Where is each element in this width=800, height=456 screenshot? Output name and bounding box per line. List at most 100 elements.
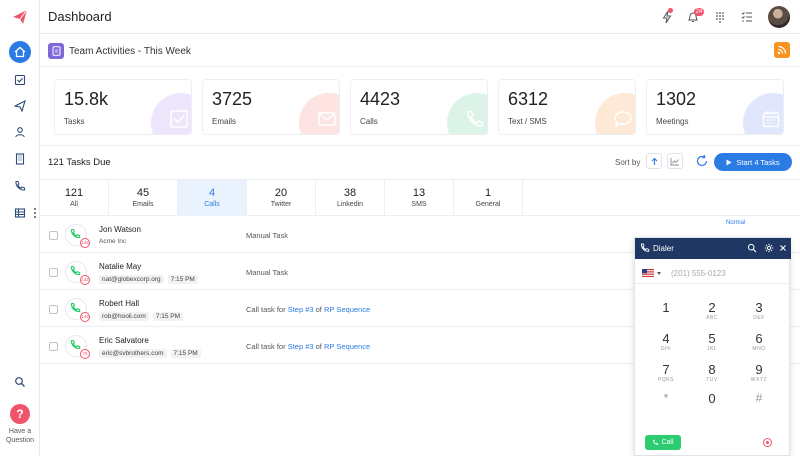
- sequence-link[interactable]: RP Sequence: [324, 342, 370, 351]
- start-tasks-button[interactable]: Start 4 Tasks: [714, 153, 792, 171]
- task-description: Call task for Step #3 of RP Sequence: [246, 342, 370, 351]
- contacts-icon[interactable]: [10, 122, 30, 142]
- key-digit: 8: [708, 362, 716, 377]
- dial-key-4[interactable]: 4 GHI: [651, 331, 681, 357]
- table-icon[interactable]: [10, 203, 30, 223]
- stat-label: Meetings: [656, 117, 689, 126]
- gear-icon[interactable]: [764, 243, 774, 253]
- dial-key-8[interactable]: 8 TUV: [697, 362, 727, 388]
- dialpad-icon[interactable]: [713, 10, 727, 24]
- tab-linkedin[interactable]: 38 Linkedin: [316, 180, 385, 216]
- priority-label[interactable]: Normal: [726, 220, 745, 226]
- help-icon[interactable]: ?: [10, 404, 30, 424]
- tab-label: General: [475, 201, 501, 208]
- phone-icon: [641, 243, 650, 252]
- tab-label: All: [70, 201, 78, 208]
- contact-name[interactable]: Jon Watson: [99, 225, 141, 234]
- phone-number-input[interactable]: [671, 266, 781, 280]
- task-mid: of: [313, 342, 324, 351]
- send-icon[interactable]: [10, 96, 30, 116]
- phone-icon: [653, 439, 659, 445]
- stat-card-meetings[interactable]: 1302 Meetings: [646, 79, 784, 135]
- home-icon[interactable]: [9, 41, 31, 63]
- key-letters: JKL: [706, 346, 718, 352]
- help-label[interactable]: Have a Question: [0, 427, 40, 445]
- step-link[interactable]: Step #3: [288, 342, 314, 351]
- tab-all[interactable]: 121 All: [40, 180, 109, 216]
- tab-general[interactable]: 1 General: [454, 180, 523, 216]
- contact-name[interactable]: Robert Hall: [99, 299, 139, 308]
- phone-icon[interactable]: [10, 176, 30, 196]
- avatar[interactable]: [768, 6, 790, 28]
- tab-twitter[interactable]: 20 Twitter: [247, 180, 316, 216]
- key-digit: 5: [708, 331, 716, 346]
- us-flag-icon[interactable]: [642, 269, 654, 277]
- record-icon[interactable]: [763, 438, 772, 447]
- close-icon[interactable]: [778, 243, 788, 253]
- dial-key-6[interactable]: 6 MNO: [744, 331, 774, 357]
- task-mid: of: [313, 305, 324, 314]
- more-icon[interactable]: [33, 207, 37, 219]
- key-letters: GHI: [660, 346, 672, 352]
- tab-label: SMS: [411, 201, 427, 208]
- contact-sub: Acme Inc: [99, 238, 126, 245]
- dial-key-0[interactable]: 0: [697, 391, 727, 417]
- dial-key-7[interactable]: 7 PQRS: [651, 362, 681, 388]
- stat-card-emails[interactable]: 3725 Emails: [202, 79, 340, 135]
- sidebar: ? Have a Question: [0, 0, 40, 456]
- tab-emails[interactable]: 45 Emails: [109, 180, 178, 216]
- key-letters: DEF: [753, 315, 765, 321]
- stat-card-sms[interactable]: 6312 Text / SMS: [498, 79, 636, 135]
- key-digit: 4: [662, 331, 670, 346]
- trend-chart-button[interactable]: [667, 153, 683, 169]
- tasks-due-label: 121 Tasks Due: [48, 157, 111, 168]
- search-icon[interactable]: [747, 243, 757, 253]
- dial-key-star[interactable]: *: [651, 391, 681, 417]
- stat-label: Tasks: [64, 117, 85, 126]
- checkbox-icon: [170, 110, 188, 128]
- row-checkbox[interactable]: [49, 342, 58, 351]
- task-description: Manual Task: [246, 268, 288, 277]
- tab-calls[interactable]: 4 Calls: [178, 180, 247, 216]
- tab-label: Linkedin: [336, 201, 364, 208]
- tab-count: 1: [484, 187, 492, 199]
- stat-label: Text / SMS: [508, 117, 547, 126]
- stat-label: Calls: [360, 117, 378, 126]
- call-button[interactable]: Call: [645, 435, 681, 450]
- dial-key-3[interactable]: 3 DEF: [744, 300, 774, 326]
- key-digit: *: [663, 391, 669, 405]
- sequence-link[interactable]: RP Sequence: [324, 305, 370, 314]
- tab-count: 38: [343, 187, 357, 199]
- key-digit: 1: [662, 300, 670, 315]
- row-checkbox[interactable]: [49, 305, 58, 314]
- dial-key-5[interactable]: 5 JKL: [697, 331, 727, 357]
- stat-card-calls[interactable]: 4423 Calls: [350, 79, 488, 135]
- chevron-down-icon[interactable]: [657, 272, 661, 275]
- row-checkbox[interactable]: [49, 231, 58, 240]
- checklist-icon[interactable]: [740, 10, 754, 24]
- tab-sms[interactable]: 13 SMS: [385, 180, 454, 216]
- contact-email: eric@svbrothers.com: [99, 349, 167, 358]
- sort-asc-button[interactable]: [646, 153, 662, 169]
- play-icon: [726, 159, 732, 165]
- dial-key-hash[interactable]: #: [744, 391, 774, 417]
- contact-sub: eric@svbrothers.com 7:15 PM: [99, 349, 201, 358]
- search-icon[interactable]: [10, 372, 30, 392]
- dial-key-1[interactable]: 1: [651, 300, 681, 326]
- dialer-title: Dialer: [653, 244, 674, 253]
- tab-count: 45: [136, 187, 150, 199]
- contact-name[interactable]: Eric Salvatore: [99, 336, 149, 345]
- stat-card-tasks[interactable]: 15.8k Tasks: [54, 79, 192, 135]
- tab-count: 13: [412, 187, 426, 199]
- refresh-icon[interactable]: [695, 154, 709, 168]
- rss-icon[interactable]: [774, 42, 790, 58]
- tasks-icon[interactable]: [10, 70, 30, 90]
- contact-name[interactable]: Natalie May: [99, 262, 141, 271]
- dial-key-9[interactable]: 9 WXYZ: [744, 362, 774, 388]
- company-icon[interactable]: [10, 149, 30, 169]
- row-checkbox[interactable]: [49, 268, 58, 277]
- dial-key-2[interactable]: 2 ABC: [697, 300, 727, 326]
- logo-icon[interactable]: [11, 8, 29, 26]
- call-count-badge: 144: [80, 238, 90, 248]
- step-link[interactable]: Step #3: [288, 305, 314, 314]
